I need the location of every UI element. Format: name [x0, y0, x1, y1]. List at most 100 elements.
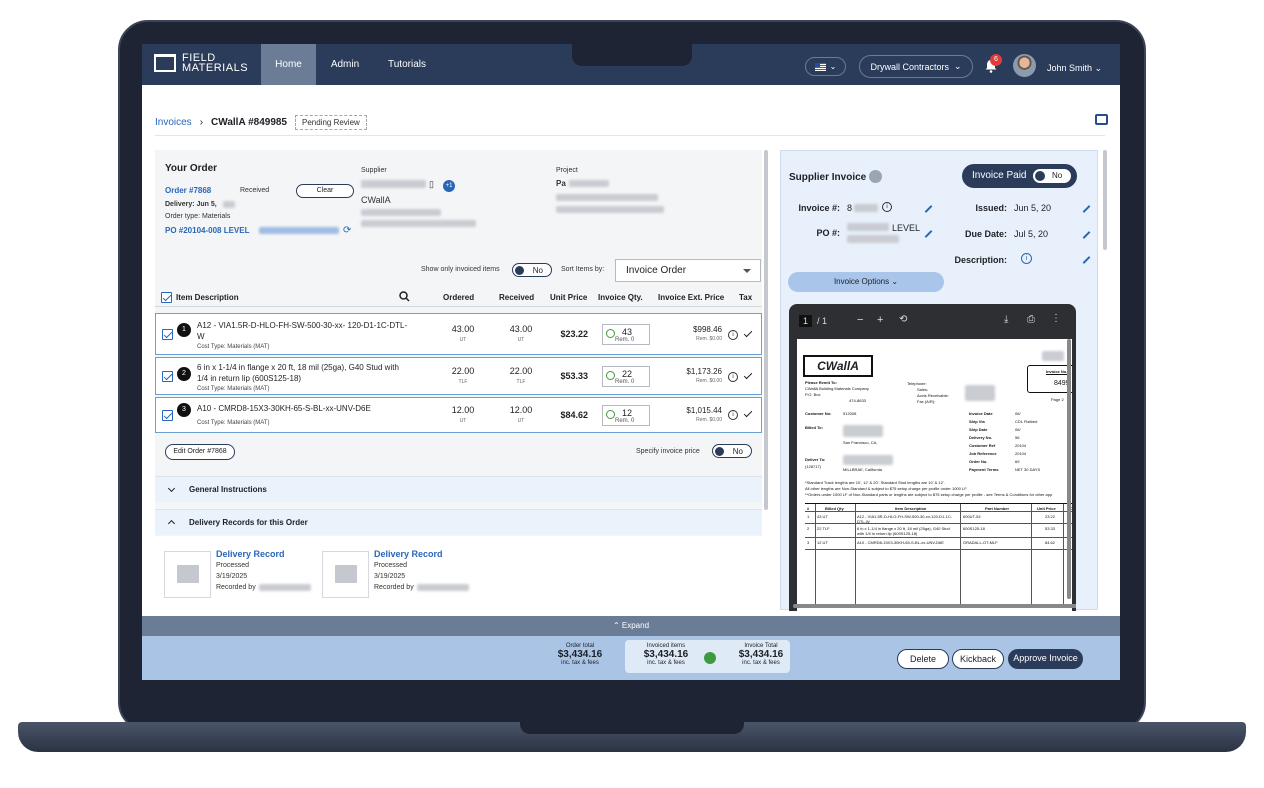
rotate-icon[interactable]: ⟲	[899, 314, 907, 325]
delivery-date: Delivery: Jun 5,	[165, 201, 217, 208]
received-unit: TLF	[516, 379, 526, 385]
zoom-out-icon[interactable]: −	[857, 314, 863, 326]
row-checkbox[interactable]	[162, 410, 173, 421]
edit-invoice-no-icon[interactable]	[924, 205, 933, 213]
sort-select[interactable]: Invoice Order	[615, 259, 761, 282]
tab-admin[interactable]: Admin	[320, 44, 370, 85]
redacted	[843, 455, 893, 465]
check-circle-icon	[606, 371, 615, 380]
po-link[interactable]: PO #20104-008 LEVEL	[165, 226, 250, 235]
invoice-qty-input[interactable]: 43 Rem. 0	[602, 324, 650, 345]
print-icon[interactable]: ⎙	[1027, 314, 1035, 325]
doc-cell: 22 TLF	[817, 526, 830, 531]
doc-cell: 3	[807, 540, 810, 545]
select-all-checkbox[interactable]	[161, 292, 172, 303]
doc-cell: 53.33	[1045, 526, 1056, 531]
doc-billed-city: San Francisco, CA,	[843, 440, 878, 445]
doc-note: All other lengths are Non-Standard & sub…	[805, 486, 968, 491]
table-row[interactable]: 2 6 in x 1-1/4 in flange x 20 ft, 18 mil…	[155, 357, 762, 395]
company-name: Drywall Contractors	[870, 61, 949, 72]
edit-order-button[interactable]: Edit Order #7868	[165, 444, 235, 460]
table-row[interactable]: 3 A10 - CMRD8-15X3-30KH-65-S-BL-xx-UNV-D…	[155, 397, 762, 433]
section-label: General Instructions	[189, 485, 267, 494]
delivery-record-link[interactable]: Delivery Record	[216, 549, 285, 559]
delivery-thumbnail[interactable]	[164, 551, 211, 598]
redacted	[1042, 351, 1064, 361]
tab-tutorials[interactable]: Tutorials	[378, 44, 436, 85]
th-invoice-qty: Invoice Qty.	[598, 293, 643, 302]
doc-remit-phone: 474-8633	[849, 398, 866, 403]
edit-due-date-icon[interactable]	[1082, 231, 1091, 239]
refresh-icon[interactable]: ⟳	[343, 225, 351, 236]
info-icon[interactable]: i	[1021, 253, 1032, 264]
invoice-paid-toggle[interactable]: Invoice Paid No	[962, 164, 1077, 188]
th-tax: Tax	[739, 293, 753, 302]
approve-invoice-button[interactable]: Approve Invoice	[1008, 649, 1083, 669]
specify-price-toggle[interactable]: No	[712, 444, 752, 458]
item-description: A12 - VIA1.5R-D-HLO-FH-SW-500-30-xx- 120…	[197, 321, 408, 341]
company-select[interactable]: Drywall Contractors ⌄	[859, 55, 973, 78]
redacted	[843, 425, 883, 437]
paid-switch[interactable]: No	[1033, 169, 1071, 183]
invoice-no-value: 8	[847, 203, 853, 213]
download-icon[interactable]: ⤓	[1004, 314, 1008, 325]
avatar[interactable]	[1013, 54, 1036, 77]
delivery-status: Processed	[374, 562, 408, 569]
kickback-button[interactable]: Kickback	[952, 649, 1004, 669]
info-icon[interactable]: i	[728, 330, 738, 340]
row-number: 3	[177, 403, 191, 417]
chat-icon[interactable]	[1095, 114, 1108, 125]
invoice-qty-input[interactable]: 12 Rem. 0	[602, 405, 650, 426]
clear-button[interactable]: Clear	[296, 184, 354, 198]
order-link[interactable]: Order #7868	[165, 186, 211, 195]
edit-description-icon[interactable]	[1082, 256, 1091, 264]
delete-button[interactable]: Delete	[897, 649, 949, 669]
pdf-page-input[interactable]: 1	[799, 315, 813, 327]
search-icon[interactable]	[399, 291, 410, 302]
invoice-total-note: inc. tax & fees	[742, 660, 780, 666]
edit-po-icon[interactable]	[924, 230, 933, 238]
doc-cell: 2	[807, 526, 810, 531]
delivery-records-section[interactable]: Delivery Records for this Order	[155, 509, 762, 535]
info-icon[interactable]: i	[728, 372, 738, 382]
chevron-up-icon: ⌃	[612, 621, 620, 630]
doc-meta-value: 20104	[1015, 443, 1027, 448]
user-menu[interactable]: John Smith ⌄	[1047, 63, 1102, 74]
invoiced-items-value: $3,434.16	[643, 649, 689, 660]
field-materials-logo[interactable]: FIELD MATERIALS	[154, 53, 248, 74]
left-scrollbar[interactable]	[764, 150, 768, 510]
doc-telephone: Telephone:	[907, 381, 927, 386]
doc-deliver-to: Deliver To:	[805, 457, 826, 462]
breadcrumb-invoices[interactable]: Invoices	[155, 117, 192, 128]
delivery-thumbnail[interactable]	[322, 551, 369, 598]
general-instructions-section[interactable]: General Instructions	[155, 476, 762, 502]
invoice-qty-input[interactable]: 22 Rem. 0	[602, 366, 650, 387]
expand-bar[interactable]: ⌃ Expand	[142, 616, 1120, 636]
invoice-options-button[interactable]: Invoice Options ⌄	[788, 272, 944, 292]
received-unit: UT	[517, 337, 525, 343]
check-circle-icon	[704, 652, 716, 664]
tab-home[interactable]: Home	[261, 44, 316, 85]
laptop-hinge	[520, 722, 744, 734]
row-checkbox[interactable]	[162, 371, 173, 382]
status-badge: Pending Review	[295, 115, 367, 130]
info-icon[interactable]: i	[882, 202, 892, 212]
edit-issued-icon[interactable]	[1082, 205, 1091, 213]
supplier-extra-badge[interactable]: +1	[443, 180, 455, 192]
due-date-value: Jul 5, 20	[1014, 229, 1049, 239]
breadcrumb-current: CWallA #849985	[211, 117, 287, 128]
zoom-in-icon[interactable]: +	[877, 314, 883, 326]
delivery-record-link[interactable]: Delivery Record	[374, 549, 443, 559]
show-only-toggle[interactable]: No	[512, 263, 552, 277]
row-checkbox[interactable]	[162, 329, 173, 340]
attachment-icon[interactable]	[869, 170, 882, 183]
more-icon[interactable]: ⋮	[1051, 313, 1061, 324]
redacted	[417, 584, 469, 591]
pdf-scrollbar[interactable]	[1067, 339, 1071, 599]
language-select[interactable]: ⌄	[805, 57, 846, 76]
right-scrollbar[interactable]	[1103, 150, 1107, 250]
table-row[interactable]: 1 A12 - VIA1.5R-D-HLO-FH-SW-500-30-xx- 1…	[155, 313, 762, 355]
received-qty: 22.00	[509, 366, 533, 376]
pdf-h-scrollbar[interactable]	[793, 604, 1076, 608]
info-icon[interactable]: i	[728, 410, 738, 420]
